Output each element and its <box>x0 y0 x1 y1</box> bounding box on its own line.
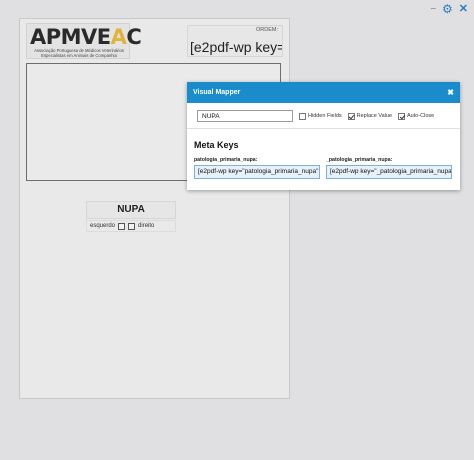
visual-mapper-header: Visual Mapper ✖ <box>187 82 460 103</box>
side-selection-row: esquerdo direito <box>86 220 176 232</box>
window-toolbar: – ⚙ ✕ <box>430 3 468 15</box>
auto-close-option[interactable]: Auto-Close <box>398 112 435 120</box>
logo[interactable]: APMVEAC Associação Portuguesa de Médicos… <box>26 23 142 59</box>
gear-icon[interactable]: ⚙ <box>442 3 453 15</box>
close-icon[interactable]: ✕ <box>459 4 468 15</box>
section-title-field[interactable]: NUPA <box>86 201 176 219</box>
visual-mapper-search-row: NUPA Hidden Fields Replace Value Auto-Cl… <box>197 110 434 122</box>
auto-close-label: Auto-Close <box>407 113 435 119</box>
meta-key-item: patologia_primaria_nupa: [e2pdf-wp key="… <box>194 157 320 179</box>
replace-value-label: Replace Value <box>356 113 393 119</box>
meta-key-shortcode[interactable]: [e2pdf-wp key="patologia_primaria_nupa" <box>194 165 320 179</box>
auto-close-checkbox[interactable] <box>398 112 406 120</box>
meta-key-label: patologia_primaria_nupa: <box>194 157 258 163</box>
ordem-label: ORDEM: <box>256 27 278 33</box>
meta-key-shortcode[interactable]: [e2pdf-wp key="_patologia_primaria_nupa" <box>326 165 452 179</box>
search-input[interactable]: NUPA <box>197 110 293 122</box>
pdf-document-page: APMVEAC Associação Portuguesa de Médicos… <box>19 18 290 399</box>
logo-wordmark: APMVEAC <box>30 25 142 49</box>
minimize-icon[interactable]: – <box>430 4 436 14</box>
meta-key-item: _patologia_primaria_nupa: [e2pdf-wp key=… <box>326 157 452 179</box>
right-side-checkbox[interactable] <box>128 222 136 230</box>
logo-subtitle: Associação Portuguesa de Médicos Veterin… <box>34 48 124 58</box>
hidden-fields-checkbox[interactable] <box>299 112 306 120</box>
close-icon[interactable]: ✖ <box>447 88 454 97</box>
hidden-fields-option[interactable]: Hidden Fields <box>299 112 342 120</box>
divider <box>187 128 460 129</box>
meta-key-label: _patologia_primaria_nupa: <box>326 157 393 163</box>
visual-mapper-title: Visual Mapper <box>193 89 241 96</box>
left-side-label: esquerdo <box>90 223 116 229</box>
meta-keys-heading: Meta Keys <box>194 140 239 150</box>
hidden-fields-label: Hidden Fields <box>308 113 342 119</box>
document-header: APMVEAC Associação Portuguesa de Médicos… <box>20 19 289 65</box>
ordem-field[interactable]: ORDEM: [e2pdf-wp key= <box>187 25 283 57</box>
visual-mapper-dialog: Visual Mapper ✖ NUPA Hidden Fields Repla… <box>187 82 460 190</box>
ordem-value: [e2pdf-wp key= <box>190 39 282 55</box>
replace-value-checkbox[interactable] <box>347 112 355 120</box>
left-side-checkbox[interactable] <box>118 222 126 230</box>
right-side-label: direito <box>138 223 155 229</box>
replace-value-option[interactable]: Replace Value <box>347 112 393 120</box>
